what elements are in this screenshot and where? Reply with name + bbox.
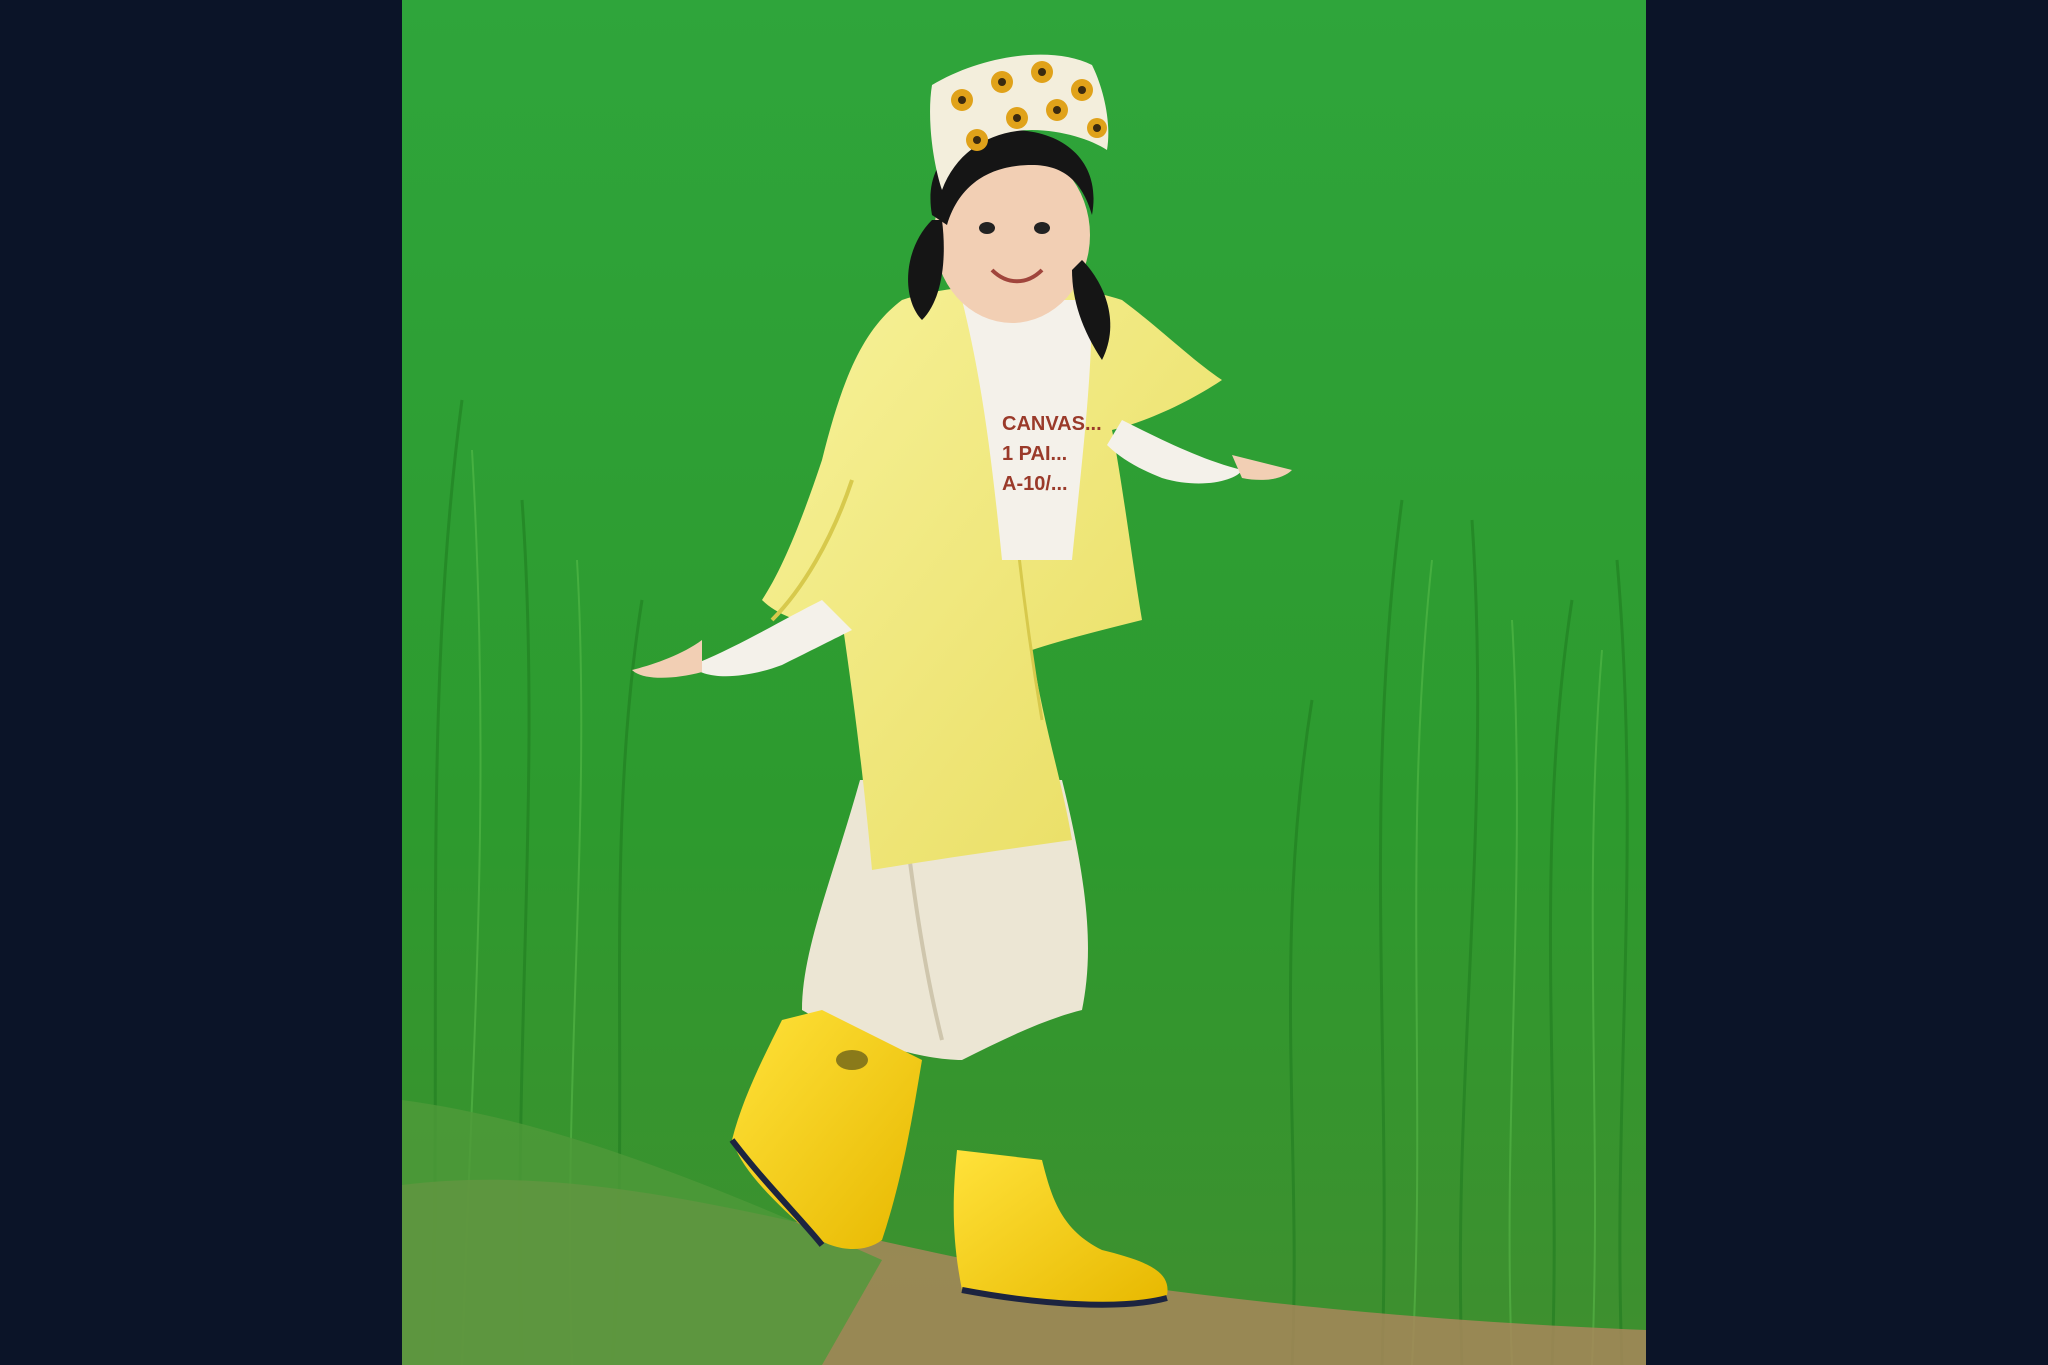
photo: CANVAS... 1 PAI... A-10/... xyxy=(402,0,1646,1365)
svg-text:CANVAS...: CANVAS... xyxy=(1002,413,1102,435)
svg-text:1 PAI...: 1 PAI... xyxy=(1002,443,1067,465)
image-viewer: CANVAS... 1 PAI... A-10/... xyxy=(0,0,2048,1365)
photo-illustration: CANVAS... 1 PAI... A-10/... xyxy=(402,0,1646,1365)
svg-text:A-10/...: A-10/... xyxy=(1002,473,1068,495)
